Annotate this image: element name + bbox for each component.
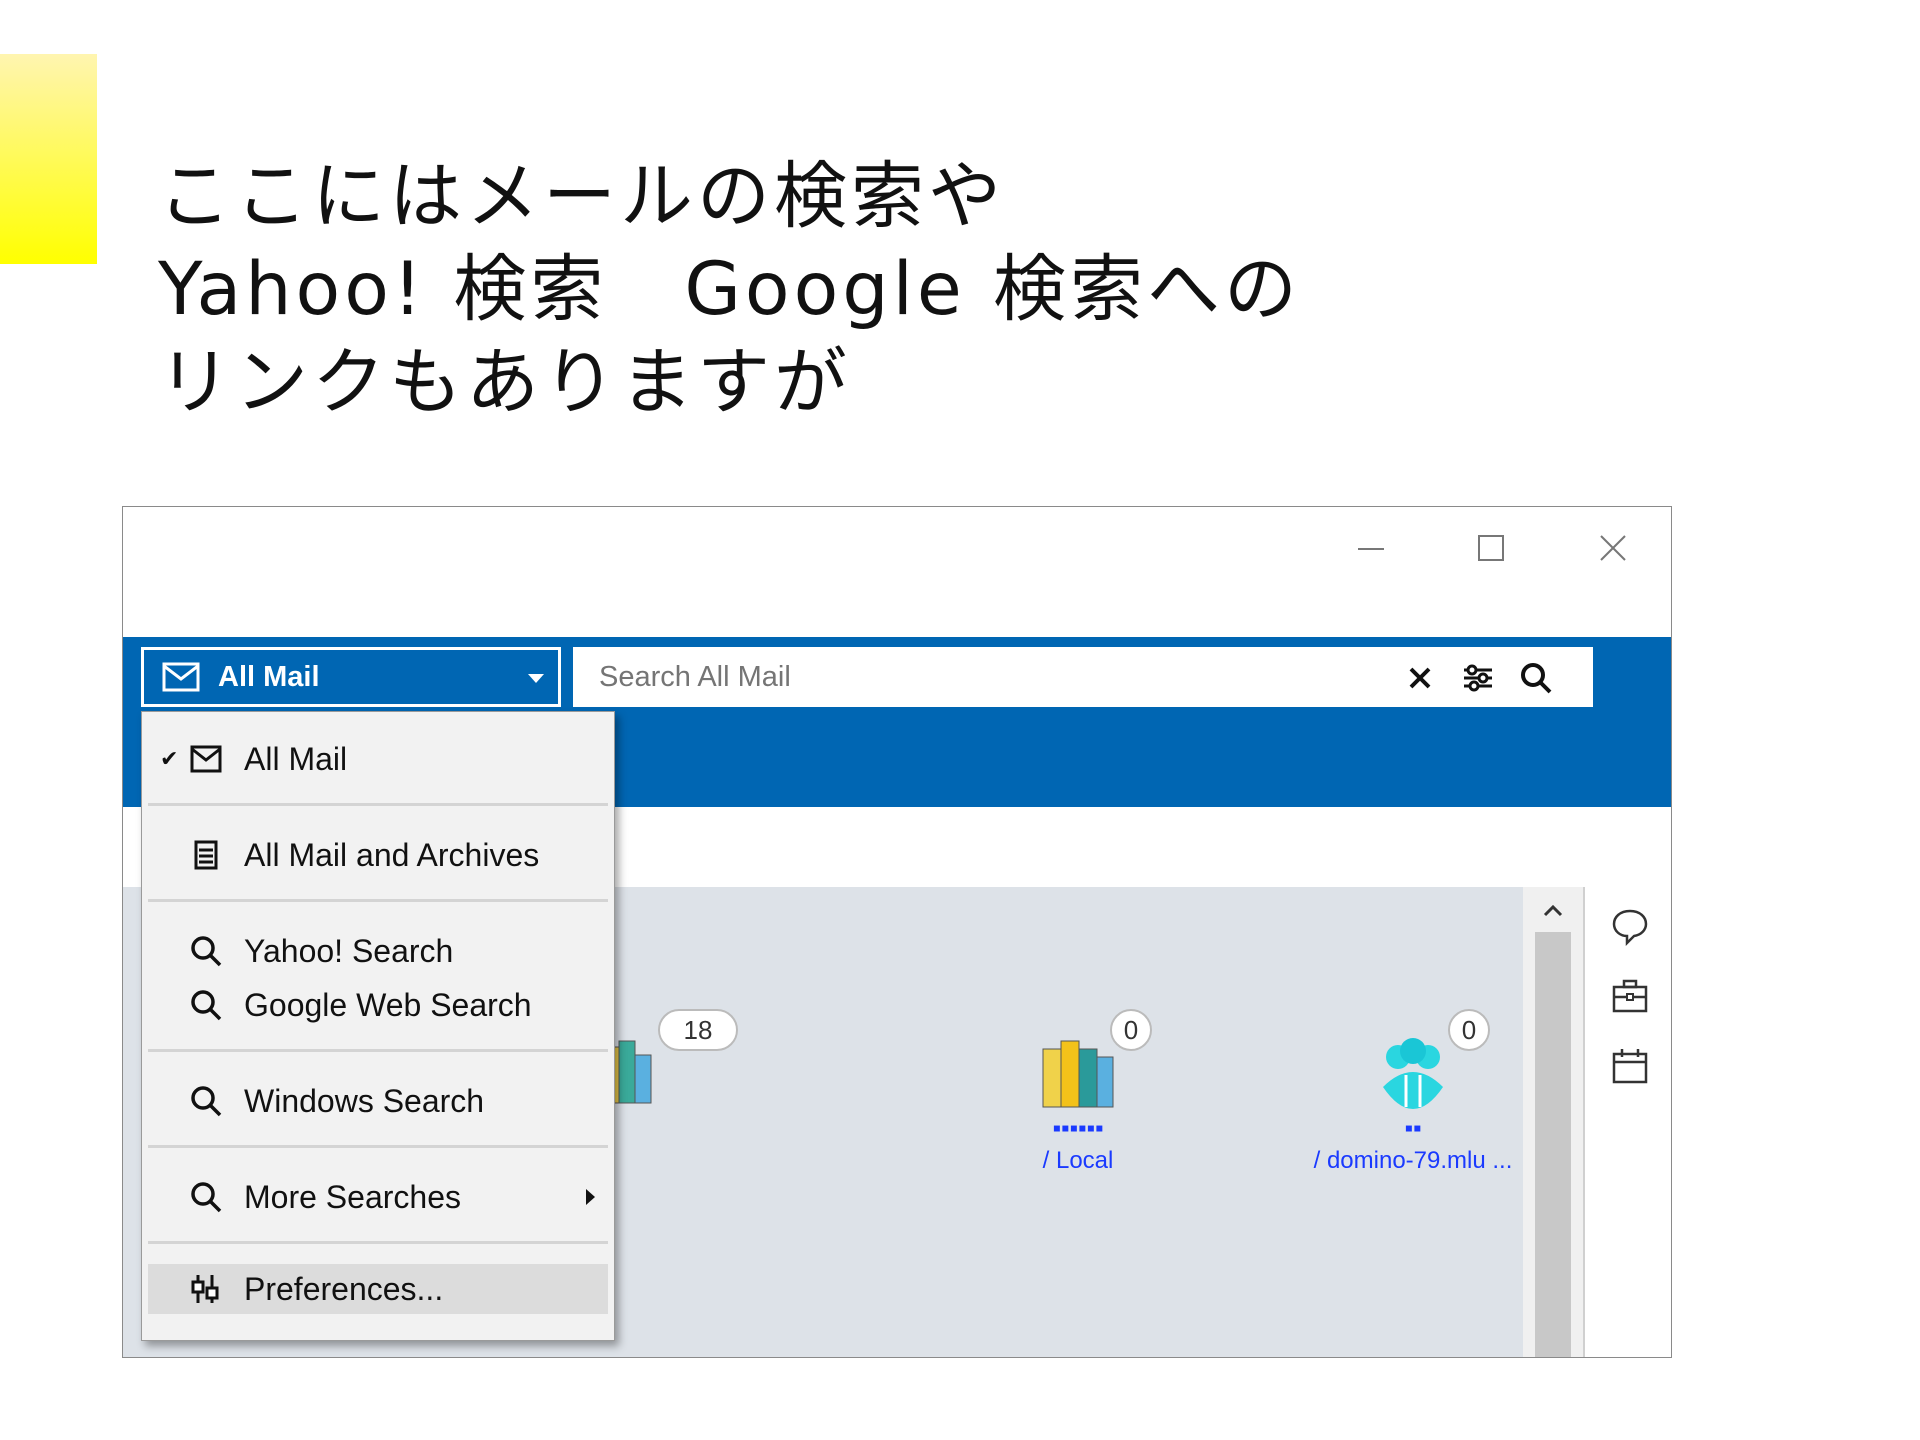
calendar-icon[interactable] <box>1609 1045 1651 1087</box>
menu-separator <box>148 1241 608 1244</box>
menu-item-preferences[interactable]: Preferences... <box>148 1264 608 1314</box>
search-options-icon[interactable] <box>1461 661 1495 695</box>
search-icon <box>191 936 222 967</box>
chevron-down-icon <box>528 674 544 683</box>
mail-scope-selector[interactable]: All Mail <box>141 647 561 707</box>
close-icon <box>1600 535 1626 561</box>
chevron-up-icon[interactable] <box>1538 899 1568 923</box>
chat-bubble-icon[interactable] <box>1609 905 1651 947</box>
clear-icon[interactable] <box>1403 661 1437 695</box>
tile-title: ▪▪ <box>1404 1115 1422 1142</box>
menu-item-label: Yahoo! Search <box>244 932 454 969</box>
unread-count-badge: 0 <box>1110 1009 1152 1051</box>
minimize-button[interactable] <box>1341 523 1401 573</box>
search-icon <box>191 990 222 1021</box>
search-icon <box>191 1086 222 1117</box>
search-box <box>573 647 1593 707</box>
checkmark-icon: ✔ <box>160 746 179 771</box>
menu-item-label: All Mail and Archives <box>244 836 540 873</box>
selector-label: All Mail <box>218 660 320 693</box>
unread-count-badge: 0 <box>1448 1009 1490 1051</box>
briefcase-icon[interactable] <box>1609 975 1651 1017</box>
slide-caption: ここにはメールの検索や Yahoo! 検索 Google 検索への リンクもあり… <box>158 150 1301 429</box>
envelope-icon <box>190 745 222 773</box>
tile-subtitle: / Local <box>1042 1147 1114 1174</box>
workspace-tile[interactable]: 0 ▪▪▪▪▪▪ / Local <box>948 1009 1208 1175</box>
menu-item-all-mail[interactable]: ✔ All Mail <box>142 734 614 784</box>
caption-line-2: Yahoo! 検索 Google 検索への <box>158 247 1301 332</box>
envelope-icon <box>162 662 200 692</box>
menu-item-all-mail-and-archives[interactable]: All Mail and Archives <box>142 830 614 880</box>
maximize-icon <box>1478 535 1504 561</box>
workspace-tile[interactable]: 0 ▪▪ / domino-79.mlu ... <box>1283 1009 1543 1175</box>
menu-item-label: Google Web Search <box>244 986 532 1023</box>
submenu-arrow-icon <box>586 1189 595 1205</box>
search-icon[interactable] <box>1519 661 1553 695</box>
minimize-icon <box>1358 548 1384 550</box>
search-input[interactable] <box>597 659 1401 695</box>
right-sidebar <box>1583 887 1671 1357</box>
menu-separator <box>148 1145 608 1148</box>
menu-separator <box>148 1049 608 1052</box>
search-scope-menu: ✔ All Mail All Mail and Archives Yahoo! … <box>141 711 615 1341</box>
caption-line-1: ここにはメールの検索や <box>158 154 1005 239</box>
vertical-scrollbar[interactable] <box>1523 887 1583 1357</box>
menu-item-label: All Mail <box>244 740 348 777</box>
menu-separator <box>148 899 608 902</box>
close-button[interactable] <box>1583 523 1643 573</box>
menu-item-more-searches[interactable]: More Searches <box>142 1172 614 1222</box>
menu-separator <box>148 803 608 806</box>
search-icon <box>191 1182 222 1213</box>
menu-item-label: Windows Search <box>244 1082 485 1119</box>
yellow-accent-bar <box>0 54 97 264</box>
caption-line-3: リンクもありますが <box>158 340 851 425</box>
unread-count-badge: 18 <box>658 1009 738 1051</box>
maximize-button[interactable] <box>1461 523 1521 573</box>
app-window: All Mail 18 ▪▪▪▪ <box>122 506 1672 1358</box>
menu-item-google-web-search[interactable]: Google Web Search <box>142 980 614 1030</box>
menu-item-label: Preferences... <box>244 1270 444 1307</box>
archive-icon <box>194 840 218 870</box>
scroll-thumb[interactable] <box>1535 932 1571 1357</box>
database-shelf-icon <box>1042 1040 1114 1108</box>
tile-subtitle: / domino-79.mlu ... <box>1313 1147 1513 1174</box>
menu-item-windows-search[interactable]: Windows Search <box>142 1076 614 1126</box>
menu-item-label: More Searches <box>244 1178 461 1215</box>
menu-item-yahoo-search[interactable]: Yahoo! Search <box>142 926 614 976</box>
preferences-icon <box>191 1275 219 1303</box>
team-icon <box>1383 1038 1443 1109</box>
tile-title: ▪▪▪▪▪▪ <box>1052 1115 1104 1142</box>
